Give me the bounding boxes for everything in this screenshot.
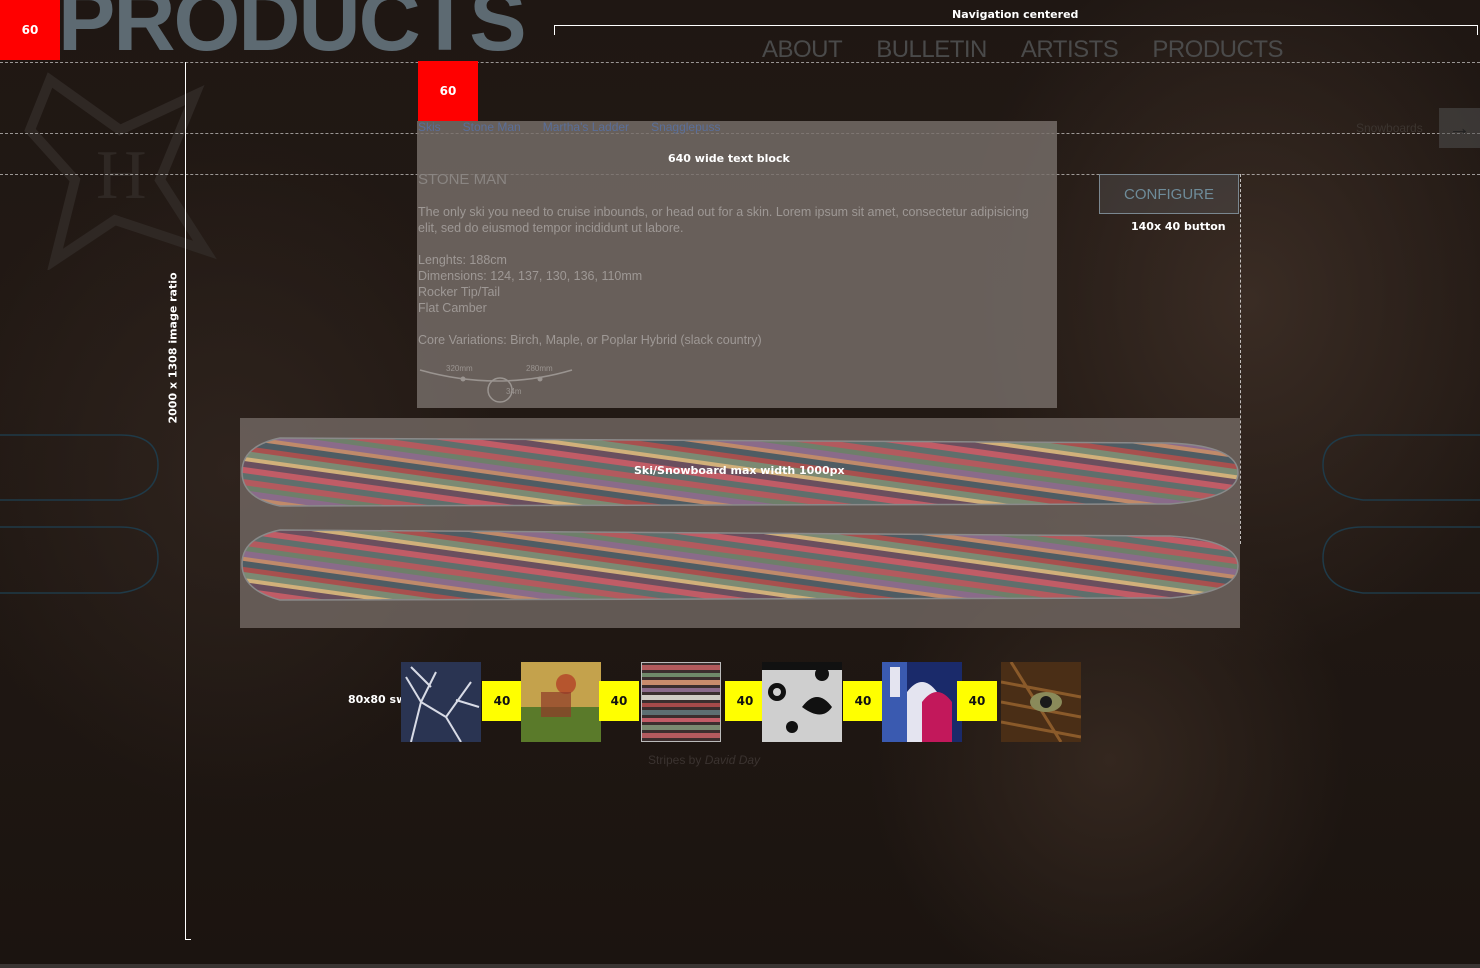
breadcrumb-skis[interactable]: Skis (418, 120, 441, 134)
configure-button[interactable]: CONFIGURE (1099, 174, 1239, 214)
spec-core: Core Variations: Birch, Maple, or Poplar… (418, 333, 762, 347)
page-title: PRODUCTS (58, 0, 527, 69)
tree-icon (401, 662, 481, 742)
spec-camber: Flat Camber (418, 301, 487, 315)
swatch-abstract[interactable] (882, 662, 962, 742)
image-ratio-note: 2000 x 1308 image ratio (166, 272, 180, 424)
button-note: 140x 40 button (1131, 220, 1226, 233)
breadcrumb-marthas-ladder[interactable]: Martha's Ladder (543, 120, 629, 134)
svg-text:H: H (96, 137, 147, 214)
credit-prefix: Stripes by (648, 753, 702, 767)
ski-profile-diagram: 320mm 280mm 34m (419, 364, 573, 403)
diagram-radius-label: 34m (506, 387, 522, 396)
spacing-marker: 60 (0, 0, 60, 60)
text-block-note: 640 wide text block (668, 152, 790, 165)
image-ratio-bracket (185, 62, 191, 940)
gap-marker: 40 (725, 681, 765, 721)
gap-marker: 40 (957, 681, 997, 721)
nav-artists[interactable]: ARTISTS (1021, 36, 1119, 64)
diagram-right-label: 280mm (526, 364, 553, 373)
ski-bottom (241, 529, 1239, 601)
nav-products[interactable]: PRODUCTS (1152, 36, 1283, 64)
gap-marker: 40 (482, 681, 522, 721)
product-title: STONE MAN (418, 171, 507, 188)
nav-bracket (554, 25, 1478, 35)
product-description: The only ski you need to cruise inbounds… (418, 204, 1048, 348)
swatch-pattern[interactable] (762, 662, 842, 742)
swatch-stripes[interactable] (641, 662, 721, 742)
ski-images (241, 437, 1239, 601)
guide-line (0, 62, 1480, 63)
spacing-marker: 60 (418, 61, 478, 121)
gap-marker: 40 (599, 681, 639, 721)
chevron-right-icon: → (1448, 115, 1471, 140)
pattern-icon (762, 662, 842, 742)
ski-outline-right-icon (1322, 434, 1480, 594)
snowboards-link[interactable]: Snowboards (1356, 121, 1423, 135)
main-nav: ABOUT BULLETIN ARTISTS PRODUCTS (762, 36, 1283, 64)
swatch-eye[interactable] (1001, 662, 1081, 742)
bird-icon (521, 662, 601, 742)
eye-icon (1001, 662, 1081, 742)
board-note: Ski/Snowboard max width 1000px (634, 464, 845, 477)
nav-note: Navigation centered (952, 8, 1079, 21)
gap-marker: 40 (843, 681, 883, 721)
next-arrow-button[interactable]: → (1439, 108, 1480, 148)
nav-bulletin[interactable]: BULLETIN (876, 36, 987, 64)
spec-length: Lenghts: 188cm (418, 253, 507, 267)
breadcrumb-stone-man[interactable]: Stone Man (463, 120, 521, 134)
diagram-left-label: 320mm (446, 364, 473, 373)
ski-outline-left-icon (0, 434, 159, 594)
abstract-icon (882, 662, 962, 742)
breadcrumb: Skis Stone Man Martha's Ladder Snagglepu… (418, 120, 720, 134)
swatch-tree[interactable] (401, 662, 481, 742)
nav-about[interactable]: ABOUT (762, 36, 843, 64)
guide-line-vertical (1240, 174, 1241, 544)
bottom-divider (0, 964, 1480, 968)
spec-dimensions: Dimensions: 124, 137, 130, 136, 110mm (418, 269, 643, 283)
breadcrumb-snagglepuss[interactable]: Snagglepuss (651, 120, 720, 134)
swatch-bird[interactable] (521, 662, 601, 742)
credit-artist-link[interactable]: David Day (705, 753, 760, 767)
artist-credit: Stripes by David Day (648, 753, 760, 767)
spec-rocker: Rocker Tip/Tail (418, 285, 500, 299)
stripes-icon (642, 663, 720, 741)
description-text: The only ski you need to cruise inbounds… (418, 205, 1029, 235)
